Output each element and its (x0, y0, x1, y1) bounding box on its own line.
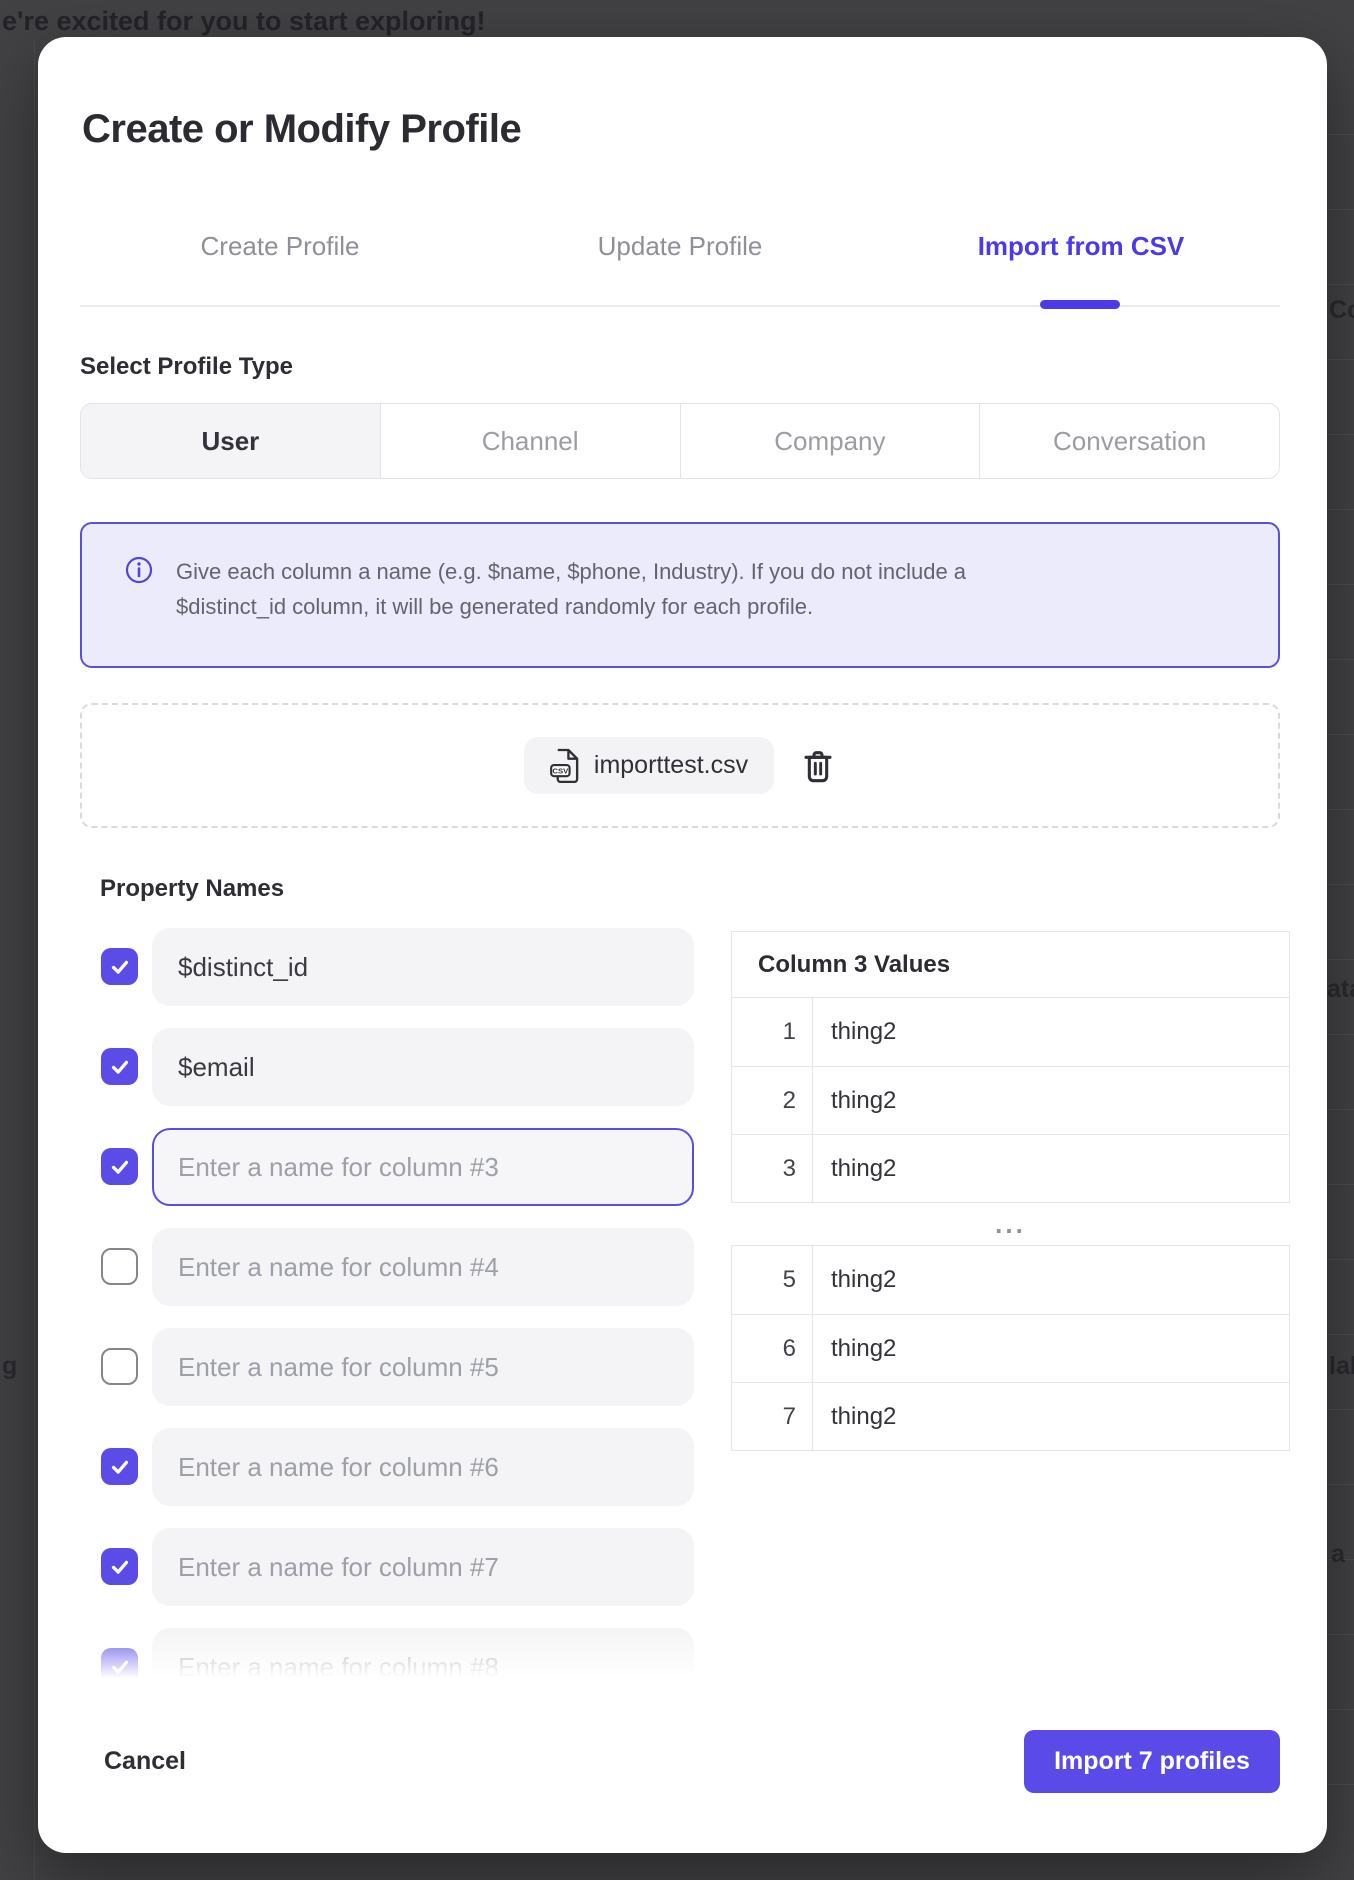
svg-text:CSV: CSV (552, 767, 569, 776)
import-profiles-button[interactable]: Import 7 profiles (1024, 1730, 1280, 1793)
column-5-name-input[interactable] (152, 1328, 694, 1406)
column-8-name-input[interactable] (152, 1628, 694, 1685)
active-tab-underline (1040, 300, 1120, 309)
property-row (100, 1128, 700, 1206)
column-6-name-input[interactable] (152, 1428, 694, 1506)
property-row (100, 1428, 700, 1506)
trash-icon (802, 748, 834, 784)
column-7-checkbox[interactable] (101, 1548, 138, 1585)
tab-create-profile[interactable]: Create Profile (201, 231, 360, 262)
select-profile-type-label: Select Profile Type (80, 353, 293, 381)
row-value: thing2 (813, 1315, 896, 1382)
modal-title: Create or Modify Profile (82, 107, 521, 152)
info-note-line1: Give each column a name (e.g. $name, $ph… (176, 554, 1216, 589)
create-or-modify-profile-modal: Create or Modify Profile Create Profile … (38, 37, 1327, 1853)
column-2-checkbox[interactable] (101, 1048, 138, 1085)
property-row (100, 1628, 700, 1685)
check-icon (109, 1056, 131, 1078)
column-5-checkbox[interactable] (101, 1348, 138, 1385)
cancel-button[interactable]: Cancel (94, 1737, 196, 1786)
remove-file-button[interactable] (800, 746, 836, 786)
row-number: 2 (732, 1067, 813, 1134)
info-note: Give each column a name (e.g. $name, $ph… (80, 522, 1280, 668)
property-row (100, 1328, 700, 1406)
property-row (100, 1528, 700, 1606)
column-2-name-input[interactable] (152, 1028, 694, 1106)
csv-file-icon: CSV (550, 748, 581, 783)
tab-update-profile[interactable]: Update Profile (598, 231, 763, 262)
row-value: thing2 (813, 1067, 896, 1134)
table-row: 1 thing2 (732, 998, 1289, 1066)
profile-type-conversation[interactable]: Conversation (979, 404, 1279, 478)
profile-type-user[interactable]: User (81, 404, 380, 478)
background-fragment: Col (1329, 296, 1354, 325)
row-number: 5 (732, 1246, 813, 1314)
info-icon (125, 556, 153, 584)
column-6-checkbox[interactable] (101, 1448, 138, 1485)
profile-type-company[interactable]: Company (680, 404, 980, 478)
background-table-divider (34, 40, 35, 1880)
check-icon (109, 1156, 131, 1178)
column-4-name-input[interactable] (152, 1228, 694, 1306)
tab-import-from-csv[interactable]: Import from CSV (978, 231, 1185, 262)
column-7-name-input[interactable] (152, 1528, 694, 1606)
screen: e're excited for you to start exploring!… (0, 0, 1354, 1880)
check-icon (109, 1556, 131, 1578)
values-table-header: Column 3 Values (732, 932, 1289, 998)
check-icon (109, 1656, 131, 1678)
column-3-checkbox[interactable] (101, 1148, 138, 1185)
row-value: thing2 (813, 1383, 896, 1450)
table-row: 7 thing2 (732, 1382, 1289, 1450)
check-icon (109, 1456, 131, 1478)
table-row: 5 thing2 (732, 1246, 1289, 1314)
background-fragment: g (2, 1352, 17, 1381)
table-row: 6 thing2 (732, 1314, 1289, 1382)
row-value: thing2 (813, 1135, 896, 1202)
column-8-checkbox[interactable] (101, 1648, 138, 1685)
property-row (100, 1228, 700, 1306)
property-row (100, 1028, 700, 1106)
uploaded-file-name: importtest.csv (594, 751, 748, 780)
table-ellipsis: ... (731, 1203, 1290, 1245)
column-1-checkbox[interactable] (101, 948, 138, 985)
info-note-line2: $distinct_id column, it will be generate… (176, 589, 1216, 624)
row-number: 7 (732, 1383, 813, 1450)
values-table-bottom: 5 thing2 6 thing2 7 thing2 (731, 1245, 1290, 1451)
table-row: 2 thing2 (732, 1066, 1289, 1134)
column-4-checkbox[interactable] (101, 1248, 138, 1285)
check-icon (109, 956, 131, 978)
column-3-name-input[interactable] (152, 1128, 694, 1206)
row-number: 1 (732, 998, 813, 1066)
column-1-name-input[interactable] (152, 928, 694, 1006)
background-fragment: ata (1327, 975, 1354, 1004)
info-note-text: Give each column a name (e.g. $name, $ph… (176, 554, 1216, 624)
uploaded-file-chip: CSV importtest.csv (524, 737, 774, 794)
background-fragment: lab (1329, 1352, 1354, 1381)
row-number: 3 (732, 1135, 813, 1202)
background-fragment: a (1331, 1540, 1345, 1569)
property-row (100, 928, 700, 1006)
row-number: 6 (732, 1315, 813, 1382)
values-table-top: Column 3 Values 1 thing2 2 thing2 3 thin… (731, 931, 1290, 1203)
background-banner-text: e're excited for you to start exploring! (2, 6, 486, 37)
profile-type-channel[interactable]: Channel (380, 404, 680, 478)
csv-dropzone[interactable]: CSV importtest.csv (80, 703, 1280, 828)
table-row: 3 thing2 (732, 1134, 1289, 1202)
property-names-label: Property Names (100, 875, 284, 903)
profile-type-segmented-control: User Channel Company Conversation (80, 403, 1280, 479)
column-values-preview: Column 3 Values 1 thing2 2 thing2 3 thin… (731, 931, 1290, 1451)
background-table-rows (1327, 60, 1354, 1850)
row-value: thing2 (813, 998, 896, 1066)
property-rows-scroll[interactable] (100, 928, 700, 1685)
row-value: thing2 (813, 1246, 896, 1314)
